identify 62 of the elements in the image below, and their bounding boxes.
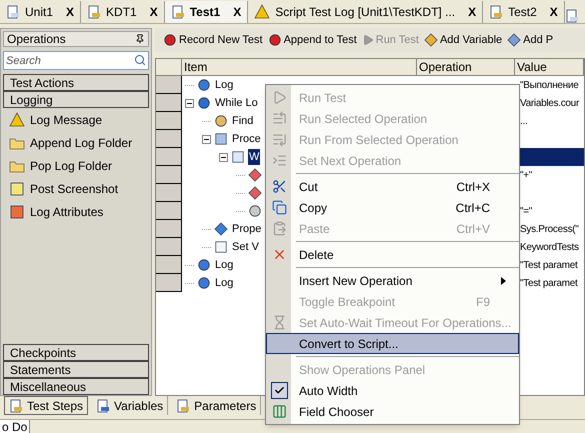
tree-item[interactable]: W [248, 148, 260, 166]
close-tab-button[interactable]: X [468, 3, 476, 21]
table-cell-text: Variables.cour [519, 96, 580, 110]
menu-item[interactable]: Delete [266, 244, 519, 265]
shortcut-label: Ctrl+V [456, 220, 490, 238]
bottom-tab[interactable]: Parameters [172, 396, 262, 415]
close-tab-button[interactable]: X [233, 3, 242, 21]
bottom-tab[interactable]: o Do [0, 420, 30, 433]
close-tab-button[interactable]: X [150, 3, 158, 21]
table-cell-text: ... [519, 114, 528, 128]
category-header[interactable]: Logging [3, 91, 149, 108]
toolbar-button[interactable]: Record New Test [163, 32, 263, 48]
column-header[interactable]: Operation [417, 59, 515, 75]
menu-item[interactable]: Convert to Script... [266, 333, 519, 354]
shortcut-label: F9 [476, 294, 490, 310]
operation-item[interactable]: Pop Log Folder [3, 154, 149, 177]
toolbar-button[interactable]: Append to Test [268, 32, 357, 48]
tree-item[interactable]: Prope [231, 220, 262, 238]
table-cell-text: "Test paramet [519, 276, 579, 290]
table-cell-text: KeywordTests [519, 240, 580, 254]
operation-item[interactable]: Post Screenshot [3, 177, 149, 200]
tree-item[interactable]: Proce [231, 130, 262, 148]
close-tab-button[interactable]: X [66, 3, 74, 21]
shortcut-label: Ctrl+C [456, 200, 490, 216]
toolbar-button[interactable]: Add Variable [424, 32, 502, 48]
tree-item[interactable]: Find [231, 112, 254, 130]
operation-item[interactable]: Append Log Folder [3, 131, 149, 154]
table-cell-text: "=" [519, 204, 534, 218]
search-field[interactable]: Search [3, 51, 149, 70]
tree-item[interactable]: Set V [231, 238, 260, 256]
menu-item[interactable]: Insert New Operation [266, 270, 519, 291]
close-tab-button[interactable]: X [550, 3, 558, 21]
table-cell-text: "Test paramet [519, 258, 579, 272]
document-tab[interactable]: Script Test Log [Unit1\TestKDT] ... X [248, 1, 484, 23]
menu-item[interactable]: Auto Width [266, 380, 519, 401]
category-header[interactable]: Checkpoints [3, 344, 149, 361]
table-cell-text: "+" [519, 168, 534, 182]
bottom-tab[interactable]: Variables [92, 396, 168, 415]
tree-item[interactable]: Log [214, 256, 234, 274]
table-cell-text: Sys.Process(" [519, 222, 580, 236]
document-tab[interactable]: KDT1 X [81, 1, 165, 23]
operation-item[interactable]: Log Message [3, 108, 149, 131]
document-tab[interactable]: Test2 X [483, 1, 565, 23]
toolbar-button[interactable]: Add P [507, 32, 554, 48]
tree-item[interactable]: Log [214, 76, 234, 94]
document-tab[interactable]: Unit1 X [0, 1, 82, 23]
category-header[interactable]: Statements [3, 361, 149, 378]
column-header[interactable]: Item [182, 59, 417, 75]
bottom-tab[interactable]: Test Steps [4, 396, 88, 415]
column-header[interactable]: Value [515, 59, 584, 75]
table-cell-text: "Выполнение [519, 78, 580, 92]
tree-item[interactable]: While Lo [214, 94, 259, 112]
category-header[interactable]: Test Actions [3, 74, 149, 91]
document-tab[interactable]: Test1 X [164, 1, 248, 23]
panel-title: Operations [7, 31, 66, 48]
tree-item[interactable]: Log [214, 274, 234, 292]
menu-item[interactable]: Cut Ctrl+X [266, 176, 519, 197]
menu-item[interactable]: Copy Ctrl+C [266, 197, 519, 218]
operation-item[interactable]: Log Attributes [3, 200, 149, 223]
shortcut-label: Ctrl+X [456, 178, 490, 196]
category-header[interactable]: Miscellaneous [3, 378, 149, 395]
menu-item[interactable]: Field Chooser [266, 401, 519, 422]
